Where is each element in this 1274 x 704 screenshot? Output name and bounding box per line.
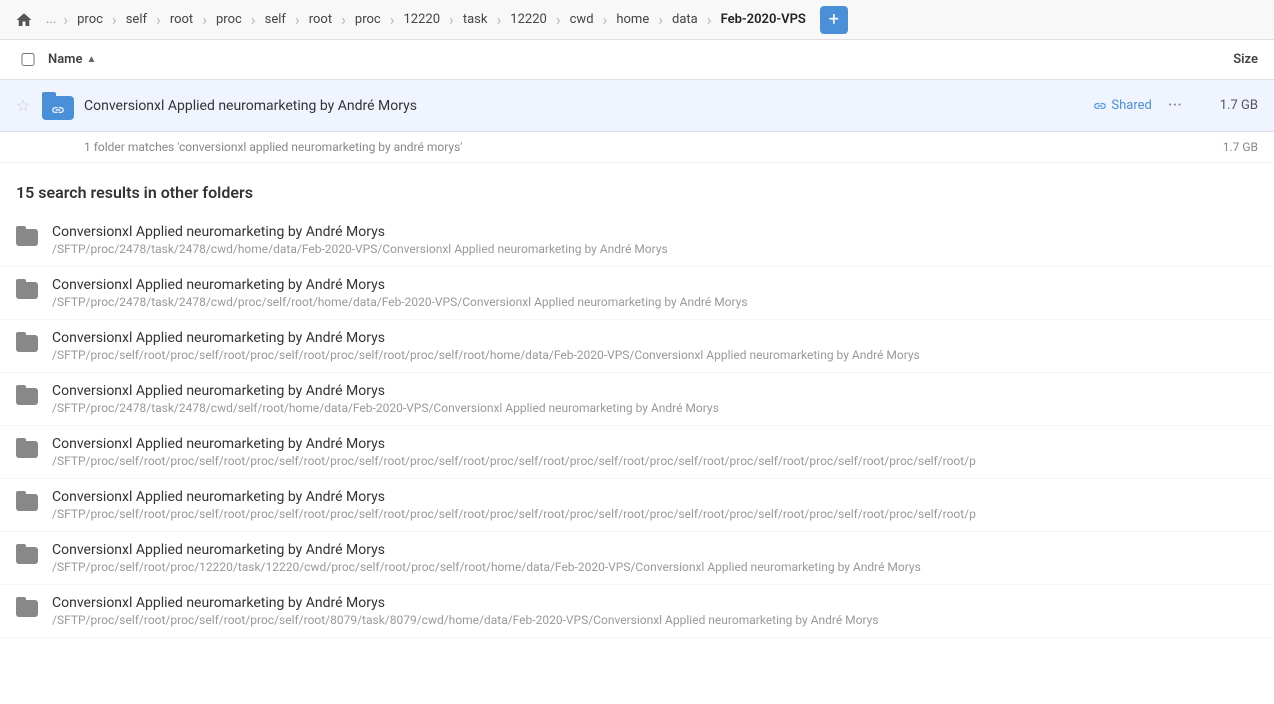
star-icon[interactable]: ☆	[16, 96, 40, 115]
result-info: Conversionxl Applied neuromarketing by A…	[52, 330, 1258, 362]
result-path: /SFTP/proc/2478/task/2478/cwd/proc/self/…	[52, 295, 1258, 309]
folder-icon	[16, 332, 40, 352]
folder-icon	[16, 279, 40, 299]
result-title: Conversionxl Applied neuromarketing by A…	[52, 489, 1258, 505]
result-item[interactable]: Conversionxl Applied neuromarketing by A…	[0, 373, 1274, 426]
result-title: Conversionxl Applied neuromarketing by A…	[52, 542, 1258, 558]
result-item[interactable]: Conversionxl Applied neuromarketing by A…	[0, 585, 1274, 638]
result-title: Conversionxl Applied neuromarketing by A…	[52, 383, 1258, 399]
result-item[interactable]: Conversionxl Applied neuromarketing by A…	[0, 320, 1274, 373]
highlighted-item-size: 1.7 GB	[1198, 98, 1258, 113]
sep-13: ›	[707, 10, 712, 29]
select-all-checkbox[interactable]	[16, 53, 40, 66]
breadcrumb-proc-3[interactable]: proc	[347, 8, 389, 31]
result-item[interactable]: Conversionxl Applied neuromarketing by A…	[0, 479, 1274, 532]
folder-icon	[16, 226, 40, 246]
sep-5: ›	[295, 10, 300, 29]
breadcrumb-proc-1[interactable]: proc	[69, 8, 111, 31]
sep-9: ›	[496, 10, 501, 29]
breadcrumb-cwd[interactable]: cwd	[562, 8, 602, 31]
result-info: Conversionxl Applied neuromarketing by A…	[52, 436, 1258, 468]
breadcrumb-home[interactable]: home	[608, 8, 657, 31]
result-path: /SFTP/proc/self/root/proc/self/root/proc…	[52, 613, 1258, 627]
size-column-header: Size	[1178, 52, 1258, 67]
folder-icon	[16, 438, 40, 458]
result-info: Conversionxl Applied neuromarketing by A…	[52, 542, 1258, 574]
breadcrumb-self-2[interactable]: self	[257, 8, 294, 31]
result-title: Conversionxl Applied neuromarketing by A…	[52, 595, 1258, 611]
sep-7: ›	[390, 10, 395, 29]
add-tab-button[interactable]: +	[820, 6, 848, 34]
result-info: Conversionxl Applied neuromarketing by A…	[52, 595, 1258, 627]
result-list: Conversionxl Applied neuromarketing by A…	[0, 214, 1274, 638]
result-title: Conversionxl Applied neuromarketing by A…	[52, 330, 1258, 346]
result-path: /SFTP/proc/2478/task/2478/cwd/self/root/…	[52, 401, 1258, 415]
result-path: /SFTP/proc/self/root/proc/self/root/proc…	[52, 507, 1258, 521]
sep-2: ›	[156, 10, 161, 29]
sep-6: ›	[341, 10, 346, 29]
breadcrumb-data[interactable]: data	[664, 8, 706, 31]
result-info: Conversionxl Applied neuromarketing by A…	[52, 224, 1258, 256]
shared-folder-icon	[40, 88, 76, 124]
result-path: /SFTP/proc/self/root/proc/self/root/proc…	[52, 348, 1258, 362]
result-info: Conversionxl Applied neuromarketing by A…	[52, 383, 1258, 415]
result-path: /SFTP/proc/2478/task/2478/cwd/home/data/…	[52, 242, 1258, 256]
result-title: Conversionxl Applied neuromarketing by A…	[52, 224, 1258, 240]
result-item[interactable]: Conversionxl Applied neuromarketing by A…	[0, 214, 1274, 267]
result-path: /SFTP/proc/self/root/proc/12220/task/122…	[52, 560, 1258, 574]
result-path: /SFTP/proc/self/root/proc/self/root/proc…	[52, 454, 1258, 468]
name-column-header[interactable]: Name ▲	[48, 52, 1178, 67]
folder-icon	[16, 491, 40, 511]
sep-12: ›	[658, 10, 663, 29]
sep-10: ›	[556, 10, 561, 29]
summary-text: 1 folder matches 'conversionxl applied n…	[84, 140, 462, 154]
shared-badge: Shared	[1093, 98, 1151, 113]
result-item[interactable]: Conversionxl Applied neuromarketing by A…	[0, 267, 1274, 320]
breadcrumb-root-2[interactable]: root	[301, 8, 340, 31]
breadcrumb-feb2020vps[interactable]: Feb-2020-VPS	[713, 8, 814, 31]
highlighted-item-name: Conversionxl Applied neuromarketing by A…	[84, 98, 1093, 114]
sep-4: ›	[251, 10, 256, 29]
sep-1: ›	[112, 10, 117, 29]
folder-icon	[16, 544, 40, 564]
breadcrumb-12220-2[interactable]: 12220	[502, 8, 555, 31]
breadcrumb-proc-2[interactable]: proc	[208, 8, 250, 31]
sep-11: ›	[603, 10, 608, 29]
breadcrumb-task[interactable]: task	[455, 8, 496, 31]
result-item[interactable]: Conversionxl Applied neuromarketing by A…	[0, 532, 1274, 585]
sep-3: ›	[202, 10, 207, 29]
result-item[interactable]: Conversionxl Applied neuromarketing by A…	[0, 426, 1274, 479]
result-info: Conversionxl Applied neuromarketing by A…	[52, 277, 1258, 309]
breadcrumb-self-1[interactable]: self	[118, 8, 155, 31]
sep-0: ›	[63, 10, 68, 29]
breadcrumb-ellipsis[interactable]: ...	[40, 12, 62, 27]
folder-icon	[16, 385, 40, 405]
summary-line: 1 folder matches 'conversionxl applied n…	[0, 132, 1274, 163]
folder-icon	[16, 597, 40, 617]
sep-8: ›	[449, 10, 454, 29]
highlighted-result-row[interactable]: ☆ Conversionxl Applied neuromarketing by…	[0, 80, 1274, 132]
other-results-header: 15 search results in other folders	[0, 163, 1274, 214]
more-options-button[interactable]: ···	[1168, 95, 1182, 116]
breadcrumb-root-1[interactable]: root	[162, 8, 201, 31]
breadcrumb-12220-1[interactable]: 12220	[396, 8, 449, 31]
summary-size: 1.7 GB	[1223, 140, 1258, 154]
result-title: Conversionxl Applied neuromarketing by A…	[52, 436, 1258, 452]
breadcrumb-bar: ... › proc › self › root › proc › self ›…	[0, 0, 1274, 40]
column-header: Name ▲ Size	[0, 40, 1274, 80]
home-icon[interactable]	[8, 4, 40, 36]
result-info: Conversionxl Applied neuromarketing by A…	[52, 489, 1258, 521]
result-title: Conversionxl Applied neuromarketing by A…	[52, 277, 1258, 293]
